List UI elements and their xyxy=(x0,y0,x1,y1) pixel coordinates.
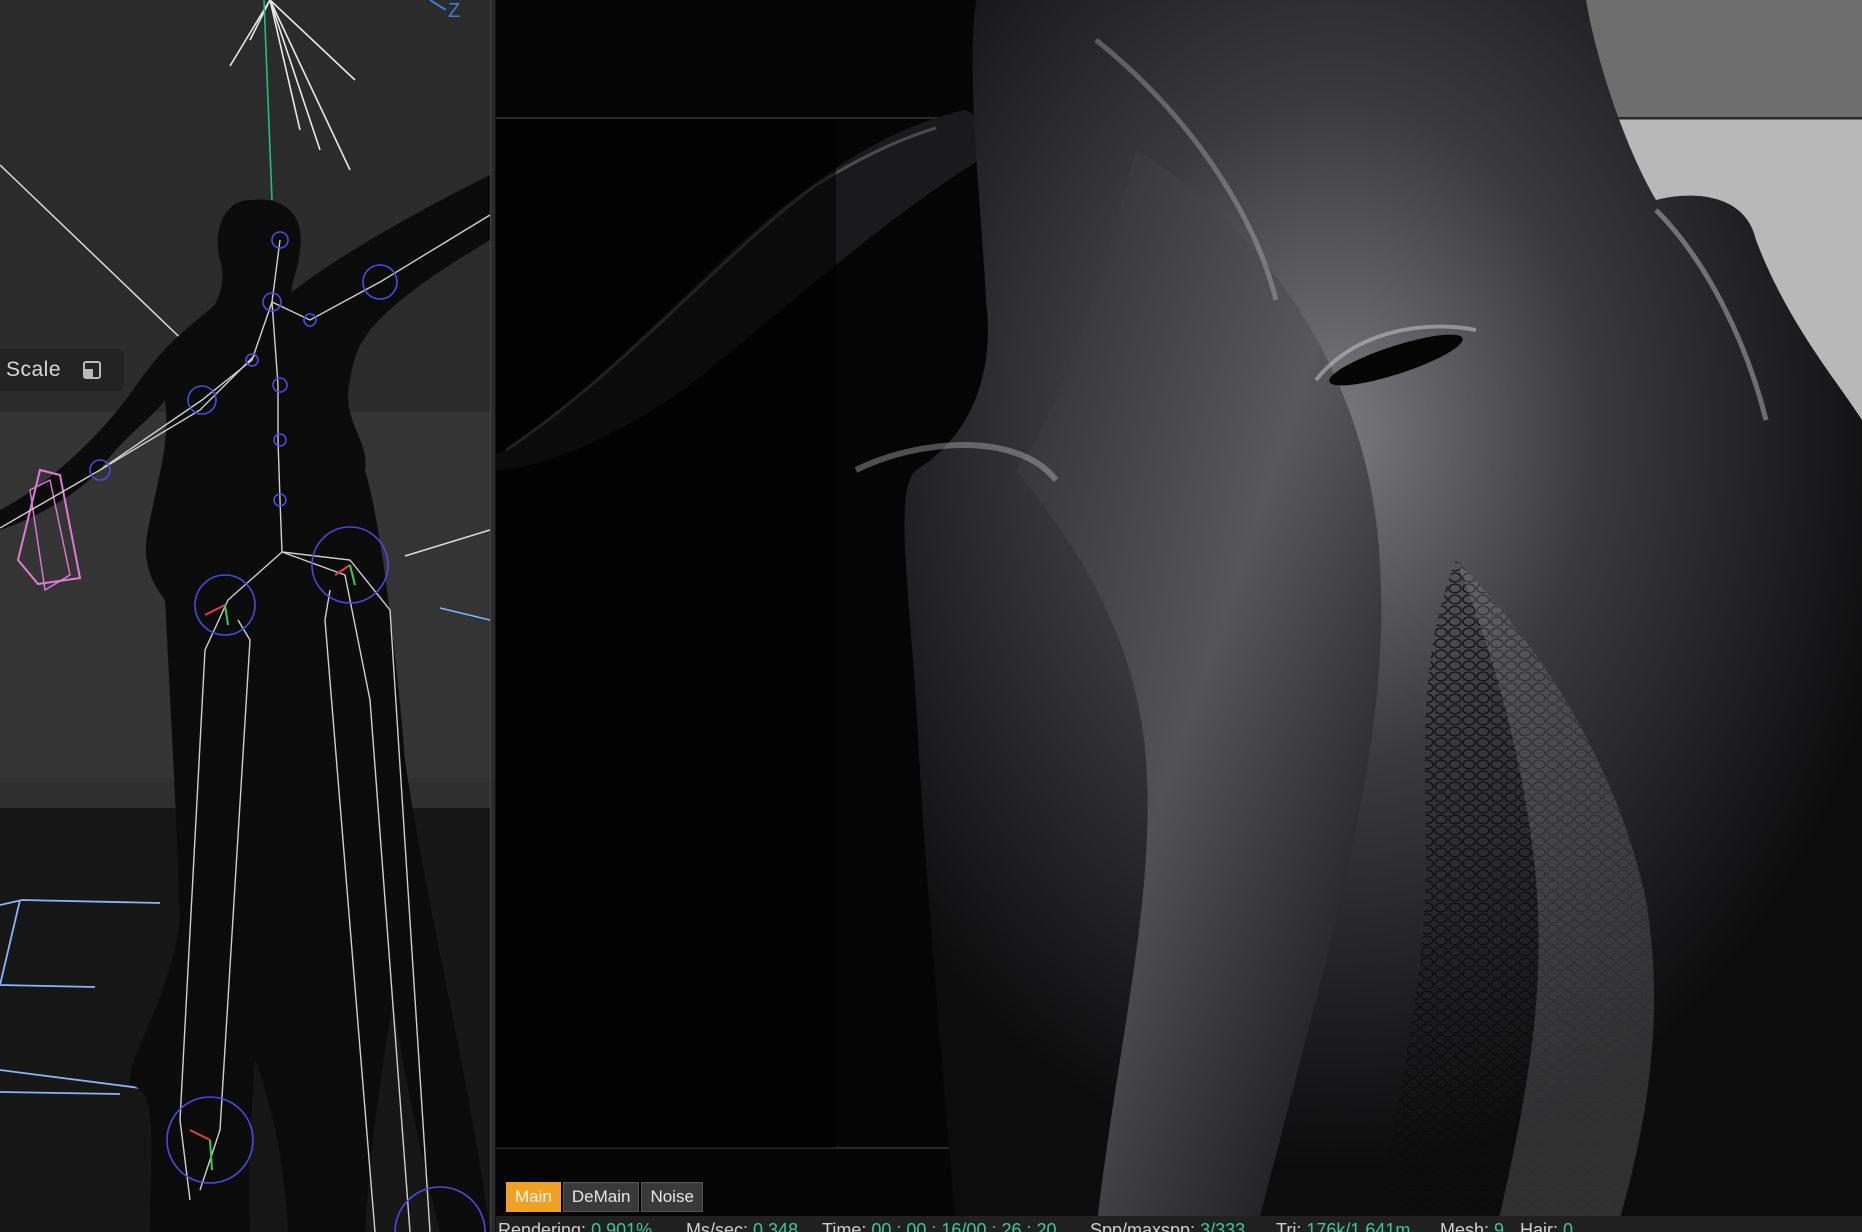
scale-control[interactable]: Scale xyxy=(0,349,124,391)
status-hair: Hair: 0 xyxy=(1520,1220,1574,1232)
status-tri: Tri: 176k/1.641m xyxy=(1276,1220,1411,1232)
frame-scale-icon[interactable] xyxy=(81,359,103,381)
y-axis-line xyxy=(263,0,273,201)
viewport-scene xyxy=(0,0,490,1232)
render-buffer-tabs: Main DeMain Noise xyxy=(506,1182,703,1212)
render-status-bar: Rendering: 0.901% Ms/sec: 0.348 Time: 00… xyxy=(496,1216,1862,1232)
z-axis-label: Z xyxy=(448,0,461,22)
character-silhouette xyxy=(0,175,490,1232)
status-spp: Spp/maxspp: 3/333 xyxy=(1090,1220,1246,1232)
status-mssec: Ms/sec: 0.348 xyxy=(686,1220,799,1232)
viewport-3d[interactable]: Z Scale xyxy=(0,0,490,1232)
status-time: Time: 00 : 00 : 16/00 : 26 : 20 xyxy=(822,1220,1057,1232)
tab-noise[interactable]: Noise xyxy=(641,1182,703,1212)
light-gizmo xyxy=(229,0,356,171)
status-rendering: Rendering: 0.901% xyxy=(498,1220,653,1232)
scale-label: Scale xyxy=(6,358,62,381)
render-viewport[interactable] xyxy=(496,0,1862,1232)
render-image xyxy=(496,0,1862,1232)
status-mesh: Mesh: 9 xyxy=(1440,1220,1505,1232)
tab-demain[interactable]: DeMain xyxy=(562,1182,640,1212)
tab-main[interactable]: Main xyxy=(506,1182,561,1212)
